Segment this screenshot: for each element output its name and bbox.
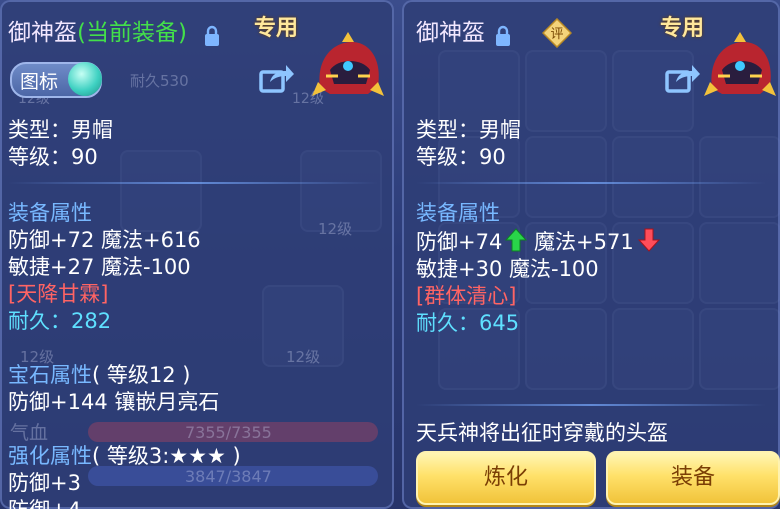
special-skill: [群体清心] xyxy=(416,284,517,308)
exclusive-label: 专用 xyxy=(660,16,705,41)
attr-line-part: 魔法+571 xyxy=(534,230,634,254)
special-skill: [天降甘霖] xyxy=(8,282,109,306)
attr-line: 敏捷+30 魔法-100 xyxy=(416,257,599,281)
share-icon[interactable] xyxy=(664,62,702,94)
item-level: 等级：90 xyxy=(416,145,506,169)
lock-icon xyxy=(205,25,219,46)
durability: 耐久：645 xyxy=(416,311,520,335)
enhance-line: 防御+4 xyxy=(8,497,81,509)
item-name-text: 御神盔 xyxy=(8,20,77,46)
equipped-status: (当前装备) xyxy=(77,20,187,46)
helmet-icon xyxy=(312,32,384,96)
durability: 耐久：282 xyxy=(8,309,112,333)
toggle-knob xyxy=(68,62,102,96)
attr-line: 防御+72 魔法+616 xyxy=(8,228,201,252)
arrow-up-icon xyxy=(505,228,527,252)
enhance-attr-level: ( 等级3:★★★ ) xyxy=(92,444,241,468)
item-type: 类型：男帽 xyxy=(8,118,113,142)
rating-badge-icon[interactable]: 评 xyxy=(542,18,572,48)
item-type: 类型：男帽 xyxy=(416,118,521,142)
helmet-icon xyxy=(704,32,776,96)
icon-toggle-label: 图标 xyxy=(20,71,59,93)
arrow-down-icon xyxy=(638,228,660,252)
divider xyxy=(416,404,766,406)
lock-icon xyxy=(496,25,510,46)
gem-attr-title: 宝石属性 xyxy=(8,363,92,387)
rating-badge-text: 评 xyxy=(550,27,563,42)
refine-button[interactable]: 炼化 xyxy=(416,451,596,505)
icon-toggle[interactable]: 图标 xyxy=(10,62,102,98)
gem-attr: 宝石属性( 等级12 ) xyxy=(8,362,190,388)
item-name: 御神盔 xyxy=(416,20,485,46)
item-name: 御神盔(当前装备) xyxy=(8,20,187,46)
compare-item-tooltip: 御神盔 评 专用 类型：男帽 等级：90 装备属性 防御+74 魔法+571 敏… xyxy=(402,0,780,509)
divider xyxy=(416,182,766,184)
gem-line: 防御+144 镶嵌月亮石 xyxy=(8,390,220,414)
enhance-line: 防御+3 xyxy=(8,471,81,495)
exclusive-label: 专用 xyxy=(254,16,299,41)
attr-title: 装备属性 xyxy=(8,201,92,225)
bg-slot-level: 12级 xyxy=(286,348,321,366)
enhance-attr-title: 强化属性 xyxy=(8,444,92,468)
share-icon[interactable] xyxy=(258,62,296,94)
attr-line: 敏捷+27 魔法-100 xyxy=(8,255,191,279)
attr-line-part: 防御+74 xyxy=(416,230,503,254)
equipped-item-tooltip: 耐久530 12级 12级 12级 12级 12级 气血 7355/7355 3… xyxy=(0,0,394,509)
bg-durability-text: 耐久530 xyxy=(130,72,189,90)
equip-button[interactable]: 装备 xyxy=(606,451,780,505)
enhance-attr: 强化属性( 等级3:★★★ ) xyxy=(8,443,241,469)
gem-attr-level: ( 等级12 ) xyxy=(92,363,191,387)
item-level: 等级：90 xyxy=(8,145,98,169)
attr-title: 装备属性 xyxy=(416,201,500,225)
item-description: 天兵神将出征时穿戴的头盔 xyxy=(416,421,668,445)
divider xyxy=(8,182,378,184)
bg-slot-level: 12级 xyxy=(318,220,353,238)
